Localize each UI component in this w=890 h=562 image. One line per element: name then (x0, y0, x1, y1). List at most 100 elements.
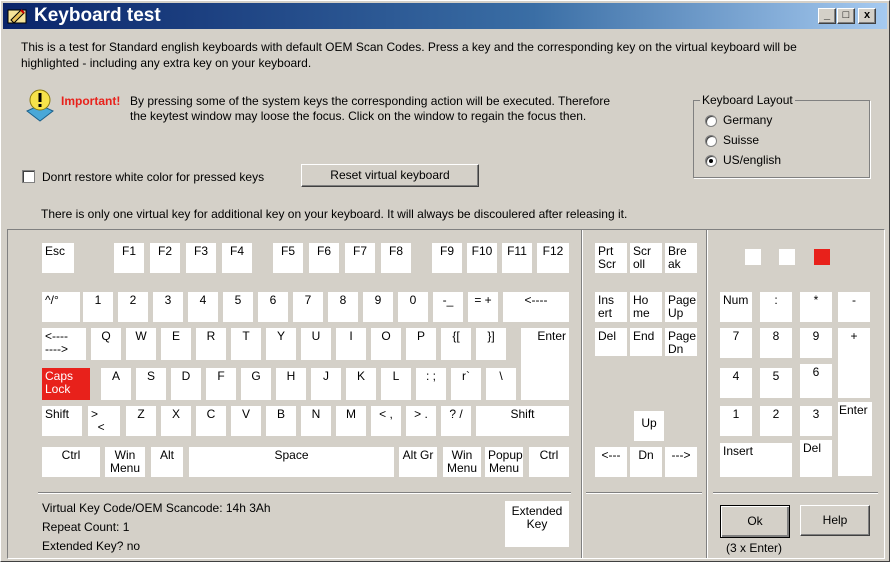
key-f1[interactable]: F1 (114, 243, 144, 273)
key-num-5[interactable]: 5 (760, 368, 792, 398)
key-4[interactable]: 4 (188, 292, 218, 322)
help-button[interactable]: Help (800, 505, 870, 536)
key-comma[interactable]: < , (371, 406, 401, 436)
key-f8[interactable]: F8 (381, 243, 411, 273)
key-num-enter[interactable]: Enter (838, 402, 872, 476)
key-slash[interactable]: ? / (441, 406, 471, 436)
key-left-bracket[interactable]: {[ (441, 328, 471, 360)
key-left-shift[interactable]: Shift (42, 406, 82, 436)
key-num-6[interactable]: 6 (800, 364, 832, 398)
key-minus[interactable]: -_ (433, 292, 463, 322)
key-page-up[interactable]: Page Up (665, 292, 697, 322)
key-left-arrow[interactable]: <--- (595, 447, 627, 477)
key-backspace[interactable]: <---- (503, 292, 569, 322)
key-f9[interactable]: F9 (432, 243, 462, 273)
key-enter[interactable]: Enter (521, 328, 569, 400)
key-t[interactable]: T (231, 328, 261, 360)
key-u[interactable]: U (301, 328, 331, 360)
key-alt[interactable]: Alt (151, 447, 183, 477)
key-page-down[interactable]: Page Dn (665, 328, 697, 356)
dont-restore-checkbox[interactable] (22, 170, 35, 183)
key-n[interactable]: N (301, 406, 331, 436)
key-tab[interactable]: <---- ----> (42, 328, 86, 360)
key-h[interactable]: H (276, 368, 306, 400)
key-num-1[interactable]: 1 (720, 406, 752, 436)
key-equal[interactable]: = + (468, 292, 498, 322)
radio-suisse[interactable] (705, 135, 717, 147)
key-alt-gr[interactable]: Alt Gr (399, 447, 437, 477)
key-home[interactable]: Ho me (630, 292, 662, 322)
key-j[interactable]: J (311, 368, 341, 400)
ok-button[interactable]: Ok (720, 505, 790, 538)
key-insert[interactable]: Ins ert (595, 292, 627, 322)
key-up[interactable]: Up (634, 411, 664, 441)
key-g[interactable]: G (241, 368, 271, 400)
key-0[interactable]: 0 (398, 292, 428, 322)
key-f11[interactable]: F11 (502, 243, 532, 273)
key-7[interactable]: 7 (293, 292, 323, 322)
key-num-divide[interactable]: : (760, 292, 792, 322)
key-k[interactable]: K (346, 368, 376, 400)
key-num-2[interactable]: 2 (760, 406, 792, 436)
key-z[interactable]: Z (126, 406, 156, 436)
key-x[interactable]: X (161, 406, 191, 436)
key-m[interactable]: M (336, 406, 366, 436)
key-a[interactable]: A (101, 368, 131, 400)
key-scroll-lock[interactable]: Scr oll (630, 243, 662, 273)
key-right-win[interactable]: Win Menu (443, 447, 481, 477)
key-print-screen[interactable]: Prt Scr (595, 243, 627, 273)
key-popup-menu[interactable]: Popup Menu (485, 447, 523, 477)
close-button[interactable]: x (858, 8, 876, 24)
key-down-arrow[interactable]: Dn (630, 447, 662, 477)
key-num-9[interactable]: 9 (800, 328, 832, 358)
key-num-8[interactable]: 8 (760, 328, 792, 358)
radio-germany[interactable] (705, 115, 717, 127)
key-num-delete[interactable]: Del (800, 440, 832, 477)
key-num-multiply[interactable]: * (800, 292, 832, 322)
key-p[interactable]: P (406, 328, 436, 360)
key-b[interactable]: B (266, 406, 296, 436)
title-bar[interactable]: Keyboard test _ □ x (3, 3, 887, 29)
key-l[interactable]: L (381, 368, 411, 400)
reset-virtual-keyboard-button[interactable]: Reset virtual keyboard (301, 164, 479, 187)
key-1[interactable]: 1 (83, 292, 113, 322)
key-e[interactable]: E (161, 328, 191, 360)
key-num-4[interactable]: 4 (720, 368, 752, 398)
key-d[interactable]: D (171, 368, 201, 400)
key-6[interactable]: 6 (258, 292, 288, 322)
key-c[interactable]: C (196, 406, 226, 436)
key-left-win[interactable]: Win Menu (105, 447, 145, 477)
key-left-ctrl[interactable]: Ctrl (42, 447, 100, 477)
key-caps-lock[interactable]: Caps Lock (42, 368, 90, 400)
key-num-insert[interactable]: Insert (720, 443, 792, 477)
key-right-bracket[interactable]: }] (476, 328, 506, 360)
key-period[interactable]: > . (406, 406, 436, 436)
maximize-button[interactable]: □ (837, 8, 855, 24)
key-esc[interactable]: Esc (42, 243, 74, 273)
minimize-button[interactable]: _ (818, 8, 836, 24)
key-caret[interactable]: ^/° (42, 292, 80, 322)
key-r[interactable]: R (196, 328, 226, 360)
key-backslash[interactable]: \ (486, 368, 516, 400)
key-num-7[interactable]: 7 (720, 328, 752, 358)
key-f3[interactable]: F3 (186, 243, 216, 273)
key-num-subtract[interactable]: - (838, 292, 870, 322)
key-f7[interactable]: F7 (345, 243, 375, 273)
key-right-arrow[interactable]: ---> (665, 447, 697, 477)
key-f5[interactable]: F5 (273, 243, 303, 273)
radio-us-english[interactable] (705, 155, 717, 167)
key-num-3[interactable]: 3 (800, 406, 832, 436)
key-right-shift[interactable]: Shift (476, 406, 569, 436)
key-3[interactable]: 3 (153, 292, 183, 322)
key-f12[interactable]: F12 (537, 243, 569, 273)
key-f2[interactable]: F2 (150, 243, 180, 273)
key-num-add[interactable]: + (838, 328, 870, 398)
key-f[interactable]: F (206, 368, 236, 400)
key-v[interactable]: V (231, 406, 261, 436)
key-2[interactable]: 2 (118, 292, 148, 322)
key-space[interactable]: Space (189, 447, 394, 477)
key-o[interactable]: O (371, 328, 401, 360)
key-less-greater[interactable]: > < (88, 406, 120, 436)
key-5[interactable]: 5 (223, 292, 253, 322)
key-semicolon[interactable]: : ; (416, 368, 446, 400)
